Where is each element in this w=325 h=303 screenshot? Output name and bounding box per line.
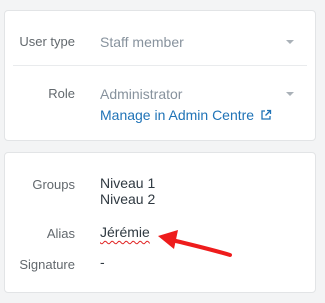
alias-input[interactable]: Jérémie — [100, 224, 150, 240]
divider — [13, 65, 307, 66]
chevron-down-icon — [286, 40, 294, 44]
manage-admin-centre-label: Manage in Admin Centre — [100, 107, 255, 123]
manage-admin-centre-link[interactable]: Manage in Admin Centre — [100, 107, 272, 123]
chevron-down-icon — [286, 92, 294, 96]
user-settings-card: User type Staff member Role Administrato… — [4, 10, 316, 141]
group-item: Niveau 1 — [100, 175, 156, 191]
user-type-value: Staff member — [100, 34, 184, 50]
role-value: Administrator — [100, 86, 183, 102]
role-label: Role — [48, 86, 75, 101]
external-link-icon — [261, 109, 272, 120]
red-arrow-annotation — [158, 230, 232, 257]
signature-label: Signature — [19, 257, 75, 272]
user-type-label: User type — [19, 34, 75, 49]
group-item: Niveau 2 — [100, 191, 156, 207]
groups-label: Groups — [32, 177, 75, 192]
signature-value[interactable]: - — [100, 254, 105, 270]
alias-label: Alias — [46, 226, 75, 241]
